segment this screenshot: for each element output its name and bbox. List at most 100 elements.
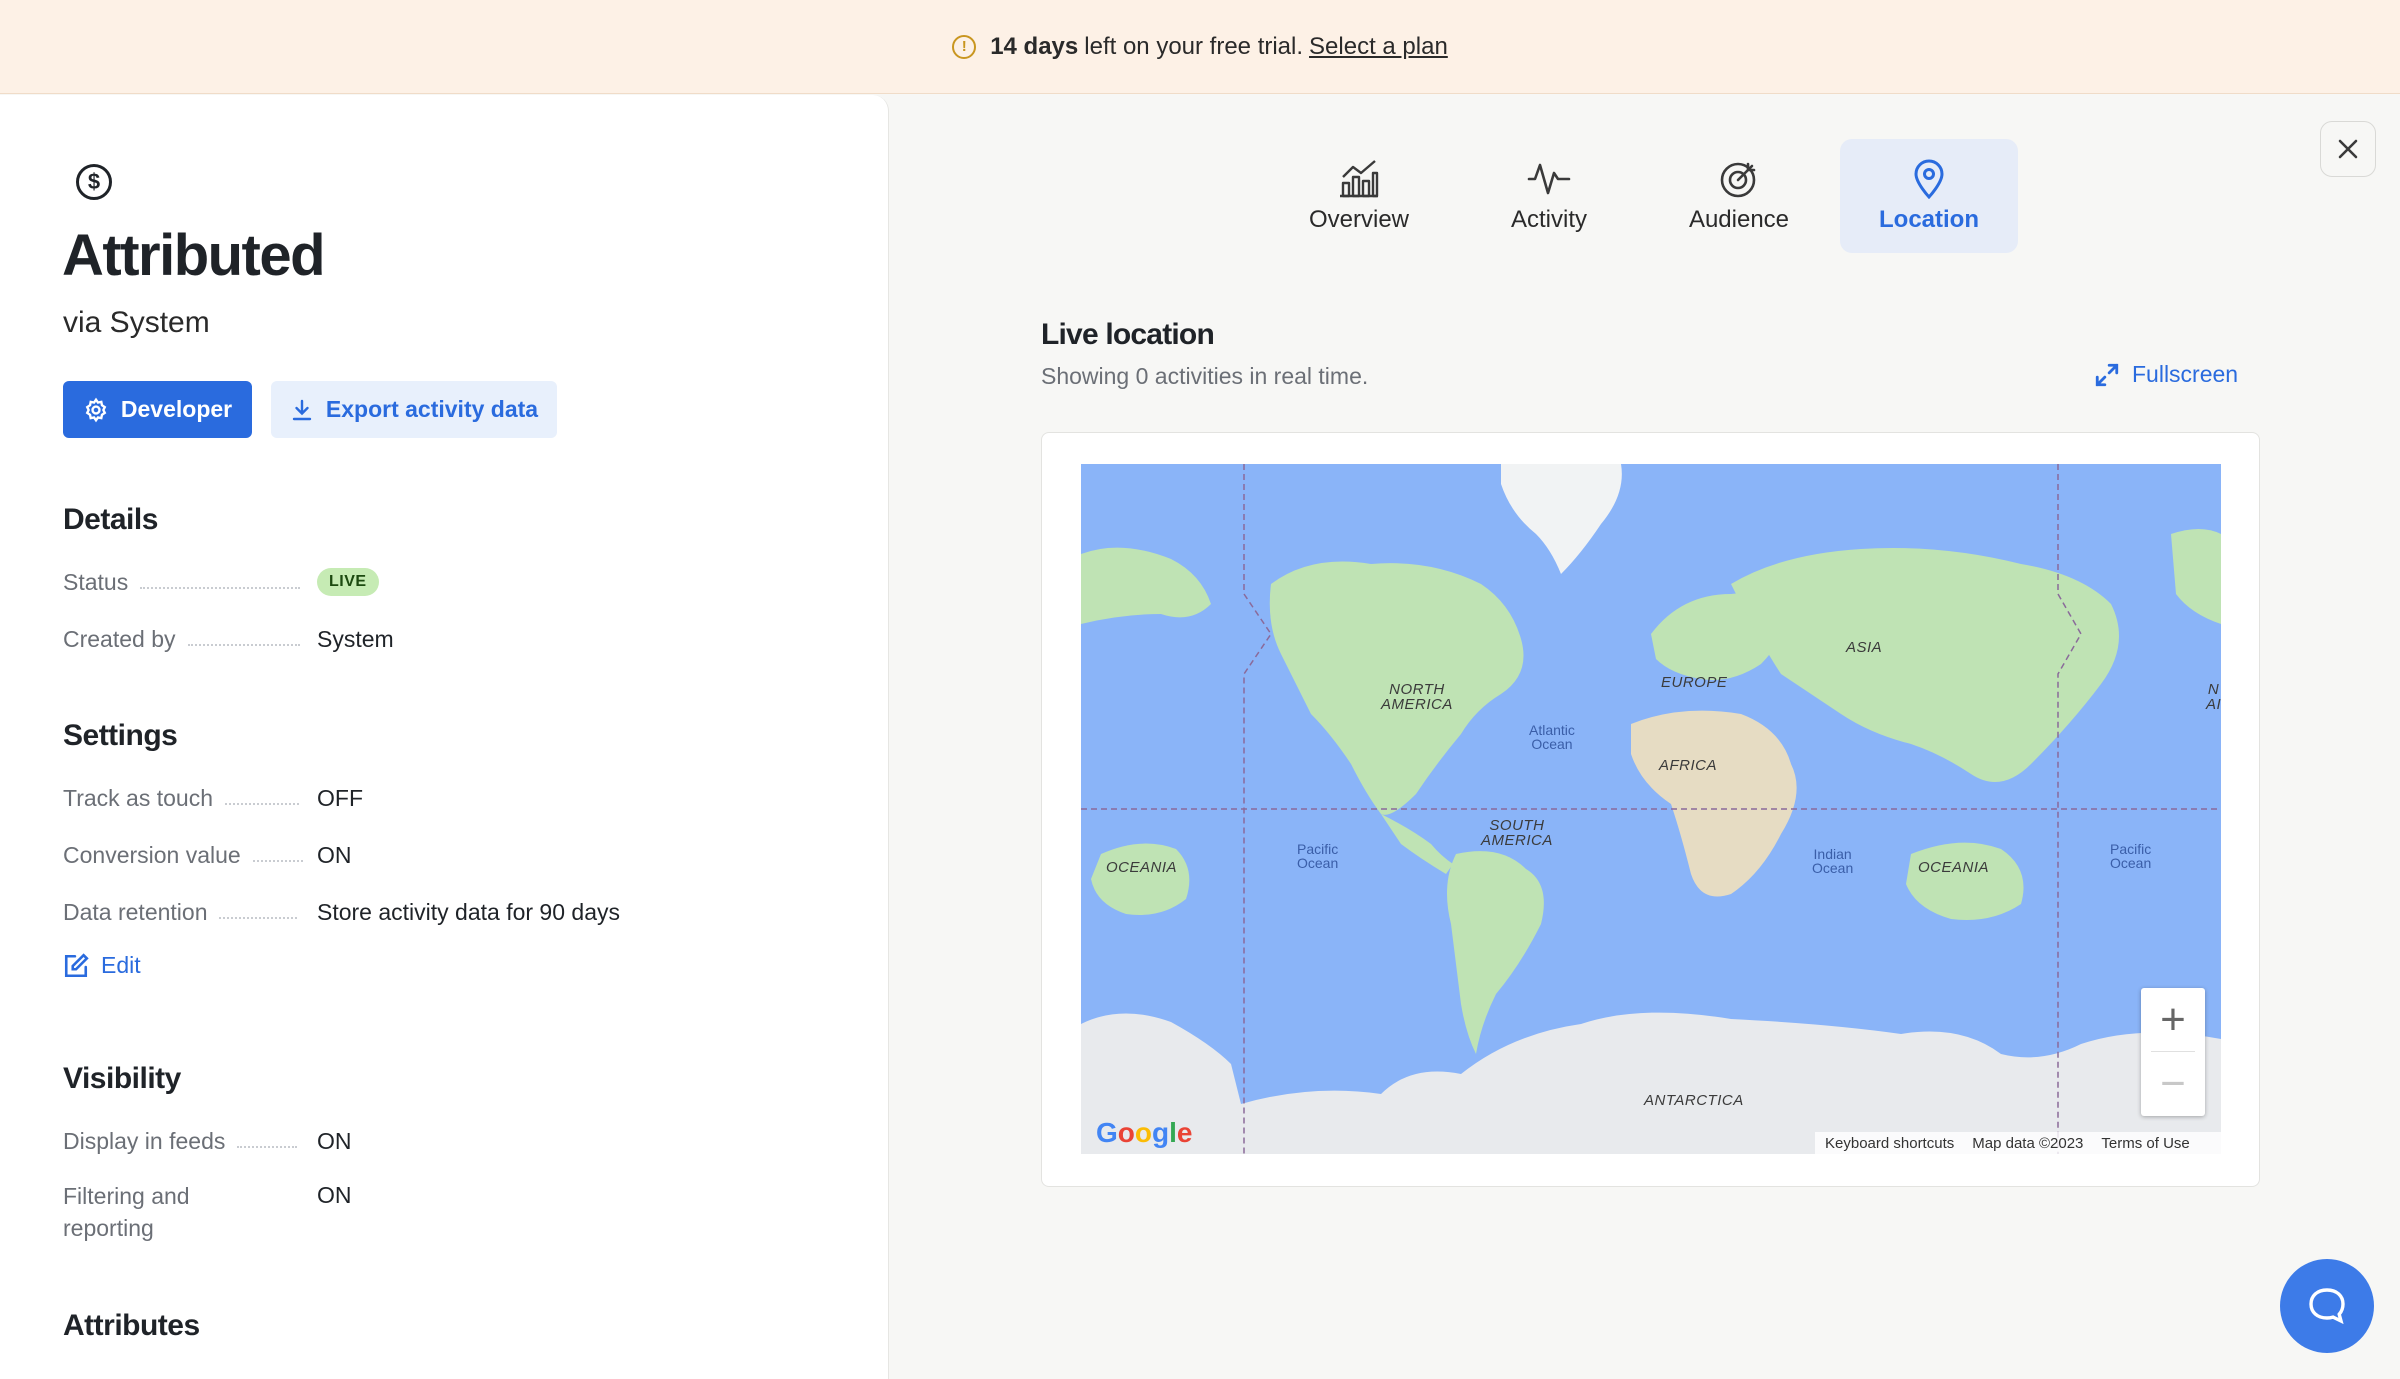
- data-retention-row: Data retention Store activity data for 9…: [63, 892, 863, 932]
- help-chat-button[interactable]: [2280, 1259, 2374, 1353]
- tab-audience-label: Audience: [1688, 206, 1790, 233]
- trial-banner: ! 14 days left on your free trial. Selec…: [0, 0, 2400, 94]
- tab-overview[interactable]: Overview: [1270, 139, 1448, 253]
- details-heading: Details: [63, 503, 158, 536]
- status-label: Status: [63, 568, 129, 595]
- warning-icon: !: [952, 34, 977, 59]
- page-title: Attributed: [62, 223, 326, 288]
- label-south-america-1: SOUTH: [1489, 817, 1545, 834]
- export-activity-button[interactable]: Export activity data: [271, 381, 557, 438]
- created-by-value: System: [317, 625, 394, 652]
- label-atlantic: Atlantic Ocean: [1529, 723, 1575, 751]
- select-plan-link[interactable]: Select a plan: [1309, 33, 1448, 61]
- dotted-leader: [140, 587, 301, 589]
- conversion-value-value: ON: [317, 841, 352, 868]
- dollar-icon: $: [76, 164, 112, 200]
- tab-overview-label: Overview: [1308, 206, 1410, 233]
- label-antarctica: ANTARCTICA: [1644, 1092, 1744, 1109]
- gear-icon: [85, 397, 107, 422]
- tab-bar: Overview Activity Audience Location: [1270, 139, 2030, 253]
- world-map[interactable]: NORTH AMERICA SOUTH AMERICA EUROPE ASIA …: [1081, 464, 2221, 1154]
- live-location-subtitle: Showing 0 activities in real time.: [1041, 363, 1369, 389]
- label-na-edge: N AI: [2206, 682, 2221, 712]
- bar-chart-icon: [1337, 158, 1381, 200]
- tab-location-label: Location: [1879, 206, 1979, 233]
- label-pacific-right-2: Ocean: [2110, 855, 2152, 871]
- tab-location[interactable]: Location: [1840, 139, 2018, 253]
- filtering-label-line1: Filtering and: [63, 1183, 190, 1209]
- map-canvas: [1081, 464, 2221, 1154]
- filtering-reporting-value: ON: [317, 1182, 352, 1208]
- developer-button[interactable]: Developer: [63, 381, 252, 438]
- label-south-america-2: AMERICA: [1481, 832, 1553, 849]
- dotted-leader: [237, 1146, 298, 1148]
- download-icon: [292, 399, 312, 420]
- zoom-divider: [2151, 1051, 2195, 1052]
- settings-heading: Settings: [63, 719, 178, 752]
- label-europe: EUROPE: [1661, 674, 1728, 691]
- trial-text: left on your free trial.: [1084, 32, 1304, 60]
- label-oceania-right: OCEANIA: [1918, 859, 1990, 876]
- label-pacific-right-1: Pacific: [2110, 841, 2152, 857]
- fullscreen-button[interactable]: Fullscreen: [2094, 361, 2238, 388]
- zoom-out-button[interactable]: −: [2141, 1052, 2205, 1116]
- zoom-in-button[interactable]: +: [2141, 988, 2205, 1052]
- label-asia: ASIA: [1846, 639, 1883, 656]
- conversion-value-row: Conversion value ON: [63, 835, 863, 875]
- developer-button-label: Developer: [120, 396, 233, 422]
- expand-icon: [2095, 363, 2119, 386]
- edit-settings-link[interactable]: Edit: [63, 952, 141, 979]
- map-pin-icon: [1912, 158, 1946, 200]
- attributes-heading: Attributes: [63, 1309, 200, 1342]
- visibility-heading: Visibility: [63, 1062, 181, 1095]
- display-in-feeds-value: ON: [317, 1127, 352, 1154]
- created-by-label: Created by: [63, 625, 176, 652]
- label-africa: AFRICA: [1659, 757, 1718, 774]
- target-icon: [1719, 158, 1759, 200]
- edit-label: Edit: [101, 952, 141, 978]
- dotted-leader: [219, 917, 298, 919]
- data-retention-label: Data retention: [63, 898, 208, 925]
- edit-icon: [64, 952, 89, 977]
- label-atlantic-2: Ocean: [1531, 736, 1573, 752]
- map-data-text: Map data ©2023: [1972, 1134, 2084, 1152]
- status-row: Status LIVE: [63, 562, 863, 602]
- terms-of-use-link[interactable]: Terms of Use: [2101, 1135, 2189, 1152]
- close-button[interactable]: [2320, 121, 2376, 177]
- pulse-icon: [1527, 158, 1571, 200]
- display-in-feeds-row: Display in feeds ON: [63, 1121, 863, 1161]
- label-north-america: NORTH AMERICA: [1381, 682, 1453, 712]
- map-attribution: Keyboard shortcuts Map data ©2023 Terms …: [1815, 1132, 2221, 1154]
- zoom-control: + −: [2141, 988, 2205, 1116]
- label-indian-2: Ocean: [1812, 860, 1854, 876]
- dotted-leader: [187, 644, 300, 646]
- status-badge: LIVE: [317, 568, 379, 596]
- label-indian-1: Indian: [1813, 846, 1852, 862]
- label-na-edge-1: N: [2207, 681, 2220, 698]
- fullscreen-label: Fullscreen: [2132, 361, 2239, 387]
- tab-activity[interactable]: Activity: [1460, 139, 1638, 253]
- keyboard-shortcuts-link[interactable]: Keyboard shortcuts: [1825, 1135, 1954, 1152]
- label-south-america: SOUTH AMERICA: [1481, 818, 1553, 848]
- track-as-touch-value: OFF: [317, 784, 363, 811]
- filtering-label-line2: reporting: [63, 1215, 154, 1241]
- live-location-title: Live location: [1041, 318, 1215, 351]
- label-north-america-2: AMERICA: [1381, 696, 1453, 713]
- track-as-touch-row: Track as touch OFF: [63, 778, 863, 818]
- label-indian: Indian Ocean: [1812, 847, 1853, 875]
- chat-icon: [2309, 1288, 2345, 1325]
- label-pacific-left-2: Ocean: [1297, 855, 1339, 871]
- label-pacific-left: Pacific Ocean: [1297, 842, 1338, 870]
- created-by-row: Created by System: [63, 619, 863, 659]
- track-as-touch-label: Track as touch: [63, 784, 213, 811]
- display-in-feeds-label: Display in feeds: [63, 1127, 226, 1154]
- trial-days: 14 days: [990, 32, 1079, 60]
- page-subtitle: via System: [63, 306, 210, 339]
- dotted-leader: [224, 803, 299, 805]
- dotted-leader: [252, 860, 303, 862]
- conversion-value-label: Conversion value: [63, 841, 241, 868]
- filtering-reporting-label: Filtering and reporting: [63, 1180, 190, 1244]
- label-north-america-1: NORTH: [1389, 681, 1445, 698]
- tab-audience[interactable]: Audience: [1650, 139, 1828, 253]
- export-button-label: Export activity data: [325, 396, 539, 422]
